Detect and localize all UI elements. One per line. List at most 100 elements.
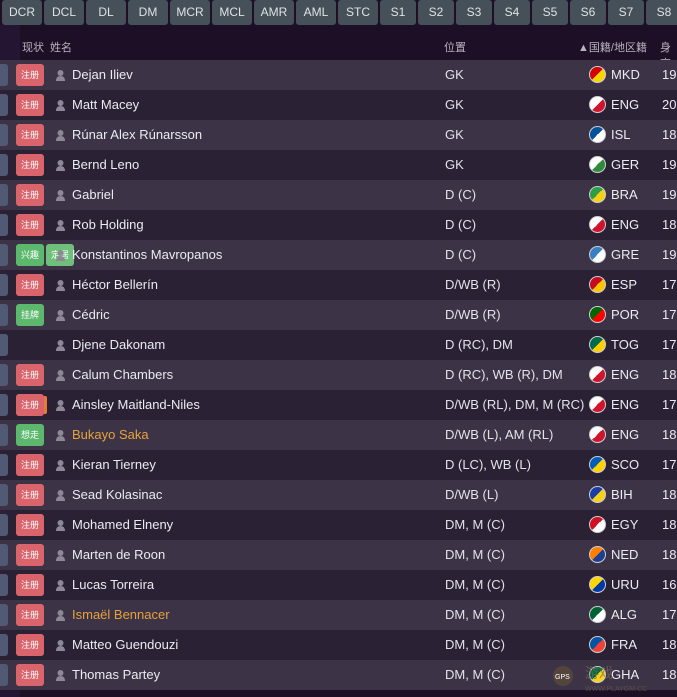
- table-row[interactable]: 注册 Rob Holding D (C) ENG 18: [0, 210, 677, 240]
- player-name[interactable]: Bernd Leno: [72, 157, 139, 172]
- player-height: 18: [662, 427, 677, 442]
- col-nationality[interactable]: ▲国籍/地区籍: [578, 39, 647, 55]
- status-tag[interactable]: 注册: [16, 484, 44, 506]
- player-name[interactable]: Matteo Guendouzi: [72, 637, 178, 652]
- tab-stc[interactable]: STC: [338, 0, 378, 25]
- row-marker: [0, 364, 8, 386]
- player-name[interactable]: Sead Kolasinac: [72, 487, 162, 502]
- tab-mcr[interactable]: MCR: [170, 0, 210, 25]
- player-position: DM, M (C): [445, 547, 505, 562]
- player-name[interactable]: Mohamed Elneny: [72, 517, 173, 532]
- table-row[interactable]: 想走 Bukayo Saka D/WB (L), AM (RL) ENG 18: [0, 420, 677, 450]
- tab-amr[interactable]: AMR: [254, 0, 294, 25]
- player-position: D/WB (RL), DM, M (RC): [445, 397, 585, 412]
- status-tag[interactable]: 注册: [16, 364, 44, 386]
- status-tag[interactable]: 注册: [16, 214, 44, 236]
- player-position: GK: [445, 157, 464, 172]
- player-name[interactable]: Calum Chambers: [72, 367, 173, 382]
- status-tag[interactable]: 兴趣: [16, 244, 44, 266]
- table-row[interactable]: 注册 Marten de Roon DM, M (C) NED 18: [0, 540, 677, 570]
- tab-s4[interactable]: S4: [494, 0, 530, 25]
- player-name[interactable]: Lucas Torreira: [72, 577, 154, 592]
- player-name[interactable]: Rob Holding: [72, 217, 144, 232]
- player-name[interactable]: Ainsley Maitland-Niles: [72, 397, 200, 412]
- player-name[interactable]: Dejan Iliev: [72, 67, 133, 82]
- table-row[interactable]: 注册 Ismaël Bennacer DM, M (C) ALG 17: [0, 600, 677, 630]
- player-name[interactable]: Gabriel: [72, 187, 114, 202]
- table-row[interactable]: Djene Dakonam D (RC), DM TOG 17: [0, 330, 677, 360]
- table-row[interactable]: 注册 Matt Macey GK ENG 20: [0, 90, 677, 120]
- table-row[interactable]: 注册 Ainsley Maitland-Niles D/WB (RL), DM, M…: [0, 390, 677, 420]
- status-tag[interactable]: 注册: [16, 64, 44, 86]
- player-name[interactable]: Marten de Roon: [72, 547, 165, 562]
- tab-s1[interactable]: S1: [380, 0, 416, 25]
- status-tag[interactable]: 注册: [16, 634, 44, 656]
- player-height: 20: [662, 97, 677, 112]
- player-nationality: GRE: [611, 247, 640, 262]
- player-height: 17: [662, 457, 677, 472]
- tab-aml[interactable]: AML: [296, 0, 336, 25]
- svg-text:GPS: GPS: [555, 674, 570, 681]
- player-name[interactable]: Matt Macey: [72, 97, 139, 112]
- tab-s2[interactable]: S2: [418, 0, 454, 25]
- player-name[interactable]: Djene Dakonam: [72, 337, 165, 352]
- col-status[interactable]: 现状: [22, 39, 44, 55]
- player-name[interactable]: Konstantinos Mavropanos: [72, 247, 222, 262]
- row-marker: [0, 604, 8, 626]
- person-icon: [56, 610, 65, 621]
- table-row[interactable]: 挂牌 Cédric D/WB (R) POR 17: [0, 300, 677, 330]
- status-tag[interactable]: 注册: [16, 544, 44, 566]
- tab-s3[interactable]: S3: [456, 0, 492, 25]
- player-name[interactable]: Héctor Bellerín: [72, 277, 158, 292]
- status-tag[interactable]: 注册: [16, 514, 44, 536]
- row-marker: [0, 274, 8, 296]
- player-position: GK: [445, 67, 464, 82]
- tab-dcl[interactable]: DCL: [44, 0, 84, 25]
- player-name[interactable]: Thomas Partey: [72, 667, 160, 682]
- col-name[interactable]: 姓名: [50, 39, 72, 55]
- tab-s6[interactable]: S6: [570, 0, 606, 25]
- table-row[interactable]: 注册 Rúnar Alex Rúnarsson GK ISL 18: [0, 120, 677, 150]
- tab-s7[interactable]: S7: [608, 0, 644, 25]
- col-position[interactable]: 位置: [444, 39, 466, 55]
- status-tag[interactable]: 想走: [16, 424, 44, 446]
- status-tag[interactable]: 注册: [16, 394, 47, 416]
- player-position: DM, M (C): [445, 667, 505, 682]
- player-name[interactable]: Rúnar Alex Rúnarsson: [72, 127, 202, 142]
- flag-icon: [589, 546, 606, 563]
- table-row[interactable]: 注册 Gabriel D (C) BRA 19: [0, 180, 677, 210]
- player-position: D/WB (L), AM (RL): [445, 427, 554, 442]
- table-row[interactable]: 注册 Calum Chambers D (RC), WB (R), DM ENG 18: [0, 360, 677, 390]
- status-tag[interactable]: 挂牌: [16, 304, 44, 326]
- status-tag[interactable]: 注册: [16, 124, 44, 146]
- tab-s8[interactable]: S8: [646, 0, 677, 25]
- status-tag[interactable]: 注册: [16, 154, 44, 176]
- tab-dl[interactable]: DL: [86, 0, 126, 25]
- position-tabs: DCR DCL DL DM MCR MCL AMR AML STC S1 S2 S3 S4 S5 S6 S7 S…: [0, 0, 677, 25]
- table-row[interactable]: 注册 Lucas Torreira DM, M (C) URU 16: [0, 570, 677, 600]
- status-tag[interactable]: 注册: [16, 94, 44, 116]
- table-row[interactable]: 注册 Mohamed Elneny DM, M (C) EGY 18: [0, 510, 677, 540]
- tab-dcr[interactable]: DCR: [2, 0, 42, 25]
- table-row[interactable]: 注册 Héctor Bellerín D/WB (R) ESP 17: [0, 270, 677, 300]
- player-name[interactable]: Ismaël Bennacer: [72, 607, 170, 622]
- row-marker: [0, 514, 8, 536]
- table-row[interactable]: 注册 Kieran Tierney D (LC), WB (L) SCO 17: [0, 450, 677, 480]
- table-row[interactable]: 注册 Sead Kolasinac D/WB (L) BIH 18: [0, 480, 677, 510]
- table-row[interactable]: 注册 Bernd Leno GK GER 19: [0, 150, 677, 180]
- status-tag[interactable]: 注册: [16, 664, 44, 686]
- status-tag[interactable]: 注册: [16, 274, 44, 296]
- table-row[interactable]: 注册 Dejan Iliev GK MKD 195: [0, 60, 677, 90]
- status-tag[interactable]: 注册: [16, 604, 44, 626]
- player-name[interactable]: Bukayo Saka: [72, 427, 149, 442]
- status-tag[interactable]: 注册: [16, 184, 44, 206]
- tab-s5[interactable]: S5: [532, 0, 568, 25]
- tab-dm[interactable]: DM: [128, 0, 168, 25]
- player-name[interactable]: Kieran Tierney: [72, 457, 156, 472]
- status-tag[interactable]: 注册: [16, 574, 44, 596]
- tab-mcl[interactable]: MCL: [212, 0, 252, 25]
- player-name[interactable]: Cédric: [72, 307, 110, 322]
- status-tag[interactable]: 注册: [16, 454, 44, 476]
- table-row[interactable]: 注册 Matteo Guendouzi DM, M (C) FRA 18: [0, 630, 677, 660]
- table-row[interactable]: 兴趣定居Konstantinos MavropanosD (C)GRE19: [0, 240, 677, 270]
